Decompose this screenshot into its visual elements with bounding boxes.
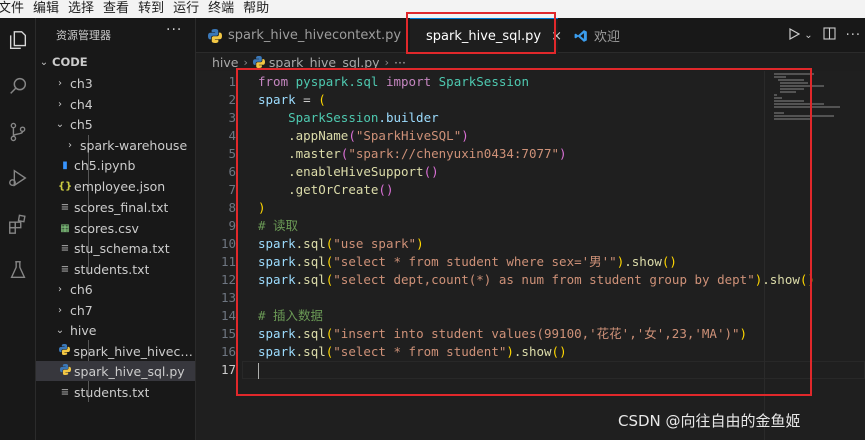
tab-welcome[interactable]: 欢迎 — [574, 18, 620, 53]
tree-file-students-txt[interactable]: ≡ students.txt — [36, 259, 195, 279]
python-file-icon — [252, 56, 265, 68]
explorer-sidebar: 资源管理器 ··· ⌄ CODE › ch3 › ch4 ⌄ ch5 › spa… — [36, 18, 196, 440]
source-control-icon[interactable] — [4, 118, 32, 146]
run-debug-icon[interactable] — [4, 164, 32, 192]
tree-folder-hive[interactable]: ⌄ hive — [36, 320, 195, 340]
python-file-icon — [208, 28, 222, 43]
tree-item-label: ch5 — [70, 116, 93, 132]
menu-view[interactable]: 查看 — [103, 0, 134, 18]
tree-item-label: students.txt — [74, 261, 150, 277]
tree-item-label: scores_final.txt — [74, 199, 169, 215]
menu-help[interactable]: 帮助 — [243, 0, 274, 18]
tab-label: spark_hive_hivecontext.py — [228, 28, 402, 43]
search-icon[interactable] — [4, 72, 32, 100]
tree-item-label: spark_hive_hiveco… — [73, 343, 196, 359]
chevron-down-icon: ⌄ — [55, 118, 65, 130]
tree-file-spark-hive-sql[interactable]: spark_hive_sql.py — [36, 361, 195, 381]
chevron-down-icon[interactable]: ⌄ — [804, 30, 812, 41]
tree-item-label: scores.csv — [74, 220, 139, 236]
menu-run[interactable]: 运行 — [173, 0, 204, 18]
tree-item-label: ch6 — [70, 281, 93, 297]
sidebar-title: 资源管理器 — [56, 29, 111, 42]
tree-item-label: spark-warehouse — [80, 137, 188, 153]
tree-item-label: stu_schema.txt — [74, 240, 170, 256]
tree-file-ch5-ipynb[interactable]: ▮ ch5.ipynb — [36, 155, 195, 175]
text-file-icon: ≡ — [60, 201, 70, 213]
tree-folder-ch5[interactable]: ⌄ ch5 — [36, 114, 195, 134]
tree-folder-ch6[interactable]: › ch6 — [36, 279, 195, 299]
activity-bar — [0, 18, 36, 440]
split-editor-icon[interactable] — [823, 27, 836, 44]
tree-item-label: ch3 — [70, 75, 93, 91]
chevron-right-icon: › — [384, 55, 389, 69]
tree-folder-ch3[interactable]: › ch3 — [36, 73, 195, 93]
explorer-icon[interactable] — [4, 26, 32, 54]
json-file-icon: {} — [58, 180, 73, 192]
menu-terminal[interactable]: 终端 — [208, 0, 239, 18]
tree-item-label: spark_hive_sql.py — [74, 363, 185, 379]
chevron-right-icon: › — [58, 304, 62, 316]
tree-file-spark-hive-hivecontext[interactable]: spark_hive_hiveco… — [36, 341, 196, 361]
editor-actions: ⌄ ··· — [788, 18, 861, 53]
text-file-icon: ≡ — [60, 242, 70, 254]
tree-file-scores-final[interactable]: ≡ scores_final.txt — [36, 197, 195, 217]
text-file-icon: ≡ — [60, 263, 70, 275]
tree-folder-ch4[interactable]: › ch4 — [36, 94, 195, 114]
tree-folder-spark-warehouse[interactable]: › spark-warehouse — [36, 135, 195, 155]
chevron-right-icon: › — [58, 98, 62, 110]
breadcrumb-folder[interactable]: hive — [212, 55, 238, 70]
python-file-icon — [58, 344, 72, 358]
python-file-icon — [58, 364, 72, 378]
chevron-down-icon: ⌄ — [55, 324, 65, 336]
tree-item-label: ch5.ipynb — [74, 157, 136, 173]
tree-item-label: students.txt — [74, 384, 150, 400]
tree-file-scores-csv[interactable]: ▦ scores.csv — [36, 218, 195, 238]
tree-item-label: hive — [70, 322, 97, 338]
tree-item-label: ch4 — [70, 96, 93, 112]
chevron-down-icon: ⌄ — [39, 56, 49, 68]
chevron-right-icon: › — [58, 77, 62, 89]
vscode-logo-icon — [574, 29, 587, 42]
run-icon[interactable] — [788, 27, 801, 44]
more-actions-icon[interactable]: ··· — [846, 28, 861, 43]
tab-spark-hive-hivecontext[interactable]: spark_hive_hivecontext.py — [208, 18, 401, 53]
tree-root-code[interactable]: ⌄ CODE — [36, 52, 195, 72]
tree-item-label: employee.json — [74, 178, 166, 194]
watermark: CSDN @向往自由的金鱼姬 — [618, 412, 801, 430]
menu-file[interactable]: 文件 — [0, 0, 29, 18]
tree-file-employee-json[interactable]: {} employee.json — [36, 176, 195, 196]
extensions-icon[interactable] — [4, 210, 32, 238]
annotation-box-tab — [406, 12, 556, 54]
chevron-right-icon: › — [68, 139, 72, 151]
testing-icon[interactable] — [4, 256, 32, 284]
tree-root-label: CODE — [52, 55, 88, 69]
tree-file-hive-students-txt[interactable]: ≡ students.txt — [36, 382, 195, 402]
chevron-right-icon: › — [243, 55, 248, 69]
menu-go[interactable]: 转到 — [138, 0, 169, 18]
tree-item-label: ch7 — [70, 302, 93, 318]
tab-label: 欢迎 — [594, 30, 621, 45]
csv-file-icon: ▦ — [60, 222, 70, 234]
tree-file-stu-schema[interactable]: ≡ stu_schema.txt — [36, 238, 195, 258]
menu-edit[interactable]: 编辑 — [33, 0, 64, 18]
sidebar-more-icon[interactable]: ··· — [166, 22, 182, 38]
annotation-box-code — [236, 68, 812, 396]
notebook-file-icon: ▮ — [62, 159, 68, 171]
tree-folder-ch7[interactable]: › ch7 — [36, 300, 195, 320]
chevron-right-icon: › — [58, 283, 62, 295]
text-file-icon: ≡ — [60, 386, 70, 398]
menu-selection[interactable]: 选择 — [68, 0, 99, 18]
